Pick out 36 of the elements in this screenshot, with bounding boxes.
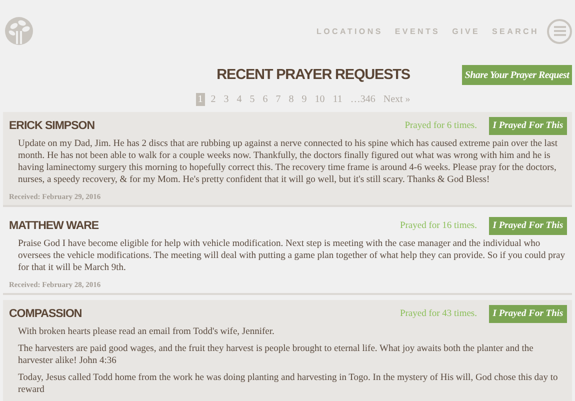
prayed-button[interactable]: I Prayed For This — [489, 217, 567, 235]
page-title: RECENT PRAYER REQUESTS — [216, 67, 410, 83]
requester-name: ERICK SIMPSON — [9, 120, 96, 132]
page-link[interactable]: 9 — [300, 93, 309, 106]
page-link[interactable]: 3 — [222, 93, 231, 106]
nav-link[interactable]: EVENTS — [394, 26, 440, 36]
requester-name: COMPASSION — [9, 308, 83, 320]
page-link[interactable]: 5 — [248, 93, 257, 106]
request-text: With broken hearts please read an email from Todd's wife, Jennifer. — [18, 326, 276, 338]
prayer-count: Prayed for 16 times. — [400, 221, 477, 231]
page-link[interactable]: 6 — [260, 93, 270, 106]
tree-logo-icon[interactable] — [5, 17, 33, 45]
page-link[interactable]: 8 — [286, 93, 296, 106]
page-link[interactable]: 10 — [312, 93, 327, 106]
nav-link[interactable]: GIVE — [452, 26, 480, 36]
page-link[interactable]: 1 — [196, 93, 205, 106]
page-link[interactable]: 7 — [274, 93, 283, 106]
request-text: Today, Jesus called Todd home from the work he was doing planting and harvesting in Togo. In the mystery of His will, God chose this day to reward — [18, 372, 559, 396]
nav-link[interactable]: SEARCH — [492, 26, 539, 36]
next-page-link[interactable]: Next » — [381, 93, 412, 106]
page-link[interactable]: 2 — [208, 93, 218, 106]
request-text: The harvesters are paid good wages, and the fruit they harvest is people brought to eternal life. What joy awaits both the planter and the harvester alike! John 4:36 — [18, 343, 534, 367]
share-request-button[interactable]: Share Your Prayer Request — [462, 65, 572, 85]
menu-icon — [554, 26, 566, 36]
prayed-button[interactable]: I Prayed For This — [489, 305, 567, 323]
prayed-button[interactable]: I Prayed For This — [489, 117, 567, 135]
request-text: Praise God I have become eligible for help with vehicle modification. Next step is meeting with the case manager and the individual who oversees the vehicle modifications. The meeting will deal with putting a game plan together of what help they can provide. So if you could pray for that it will be March 9th. — [18, 238, 566, 274]
page-link[interactable]: 11 — [330, 93, 344, 106]
menu-button[interactable] — [547, 18, 572, 44]
requester-name: MATTHEW WARE — [9, 220, 100, 232]
request-text: Update on my Dad, Jim. He has 2 discs that are rubbing up against a nerve connected to his spine which has caused extreme pain over the last month. He has not been able to walk for a couple weeks now. Thankfully, the doctors finally figured out what was wrong with him and he is having laminectomy surgery this morning to hopefully correct this. The recovery time frame is around 4-6 weeks. Please pray for the doctors, nurses, a speedy recovery, & for my Mom. He's pretty confident that it will go well, but it's still scary. Thanks & God Bless! — [18, 138, 558, 186]
prayer-count: Prayed for 43 times. — [400, 309, 477, 319]
nav-link[interactable]: LOCATIONS — [316, 26, 383, 36]
page-link[interactable]: …346 — [348, 93, 378, 106]
page-link[interactable]: 4 — [234, 93, 244, 106]
prayer-count: Prayed for 6 times. — [404, 121, 477, 131]
